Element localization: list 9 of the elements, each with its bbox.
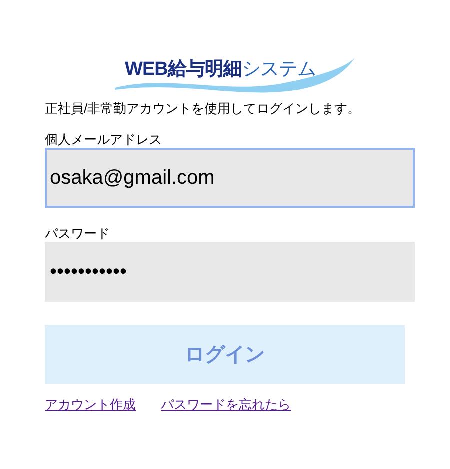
field-label: 個人メールアドレス [45,132,163,148]
logo-text: WEB給与明細 [125,58,242,82]
link[interactable]: アカウント作成 [45,395,136,414]
input-field[interactable]: ••••••••••• [45,242,415,302]
intro-text: 正社員/非常勤アカウントを使用してログインします。 [45,100,362,118]
field-label: パスワード [45,226,111,242]
link[interactable]: パスワードを忘れたら [161,395,291,414]
logo-accent-text: システム [242,58,316,82]
input-field[interactable]: osaka@gmail.com [45,148,415,208]
